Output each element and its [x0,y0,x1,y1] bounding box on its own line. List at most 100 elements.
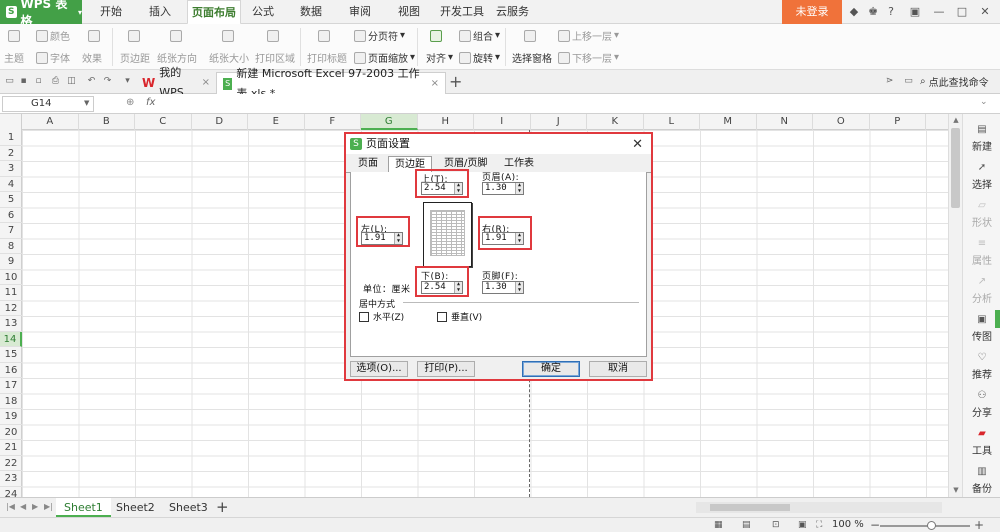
side-select[interactable]: ➚ 选择 [963,162,1000,191]
preview-icon[interactable]: ◫ [66,76,77,87]
tab-page[interactable]: 页面 [352,156,384,173]
color-button[interactable]: 颜色 [36,28,70,43]
column-header[interactable]: B [79,114,135,130]
row-header[interactable]: 8 [0,239,22,254]
save-as-icon[interactable]: ▫ [33,76,44,87]
page-break-button[interactable]: 分页符 ▾ [354,28,405,43]
undo-icon[interactable]: ↶ [86,76,97,87]
column-header[interactable]: A [22,114,79,130]
options-button[interactable]: 选项(O)... [350,361,408,377]
spinner-arrows-icon[interactable]: ▲ ▼ [515,182,523,194]
side-new[interactable]: ▤ 新建 [963,124,1000,153]
minimize-icon[interactable]: — [932,5,946,19]
menu-page-layout[interactable]: 页面布局 [187,0,241,25]
row-header[interactable]: 18 [0,394,22,409]
task-pane-toggle[interactable] [995,310,1000,328]
zoom-slider-knob[interactable] [927,521,936,530]
chevron-down-icon[interactable]: ▼ [84,99,89,107]
side-tools[interactable]: ▰ 工具 [963,428,1000,457]
scroll-thumb[interactable] [710,504,790,511]
row-header[interactable]: 22 [0,456,22,471]
expand-icon[interactable]: ⌄ [980,97,988,107]
row-header[interactable]: 6 [0,208,22,223]
menu-insert[interactable]: 插入 [145,0,175,24]
rotate-button[interactable]: 旋转 ▾ [459,50,500,65]
row-header[interactable]: 20 [0,425,22,440]
column-header[interactable]: L [644,114,700,130]
close-icon[interactable]: × [202,73,210,93]
column-header[interactable]: H [418,114,474,130]
page-break-view-icon[interactable]: ⊡ [772,520,780,530]
login-button[interactable]: 未登录 [782,0,842,24]
column-header[interactable]: F [305,114,361,130]
scroll-thumb[interactable] [951,128,960,208]
column-header[interactable]: E [248,114,305,130]
menu-developer[interactable]: 开发工具 [436,0,488,24]
print-icon[interactable]: ⎙ [50,76,61,87]
center-vertical-checkbox[interactable]: 垂直(V) [437,310,482,323]
send-backward-button[interactable]: 下移一层 ▾ [558,50,619,65]
menu-home[interactable]: 开始 [96,0,126,24]
side-share[interactable]: ⚇ 分享 [963,390,1000,419]
row-header[interactable]: 9 [0,254,22,270]
tab-menu-icon[interactable]: ⋗ [884,76,895,87]
font-button[interactable]: 字体 [36,50,70,65]
side-recommend[interactable]: ♡ 推荐 [963,352,1000,381]
checkbox-icon[interactable] [437,311,447,322]
sheet-tab-3[interactable]: Sheet3 [161,498,216,517]
help-icon[interactable]: ? [884,5,898,19]
open-icon[interactable]: ▭ [4,76,15,87]
prev-sheet-icon[interactable]: ◀ [20,502,26,511]
row-header[interactable]: 4 [0,177,22,192]
sheet-tab-1[interactable]: Sheet1 [56,498,111,517]
column-header[interactable]: C [135,114,192,130]
row-header[interactable]: 14 [0,331,22,347]
skin-icon[interactable]: ◆ [847,5,861,19]
row-header[interactable]: 21 [0,440,22,456]
tab-workbook[interactable]: S 新建 Microsoft Excel 97-2003 工作表.xls * × [216,67,446,100]
column-header[interactable]: D [192,114,248,130]
margins-button[interactable]: 页边距 [120,50,150,65]
row-header[interactable]: 1 [0,130,22,146]
effect-button[interactable]: 效果 [82,50,102,65]
first-sheet-icon[interactable]: |◀ [6,502,15,511]
group-button[interactable]: 组合 ▾ [459,28,500,43]
row-header[interactable]: 16 [0,363,22,378]
footer-margin-input[interactable]: 1.30 ▲ ▼ [482,281,524,294]
menu-review[interactable]: 审阅 [345,0,375,24]
reading-view-icon[interactable]: ▣ [798,520,807,530]
row-header[interactable]: 7 [0,223,22,239]
maximize-icon[interactable]: □ [955,5,969,19]
zoom-level[interactable]: 100 % [832,519,864,530]
row-header[interactable]: 17 [0,378,22,394]
fx-label[interactable]: fx [146,97,155,108]
redo-icon[interactable]: ↷ [102,76,113,87]
page-layout-view-icon[interactable]: ▤ [742,520,751,530]
ok-button[interactable]: 确定 [522,361,580,377]
column-header[interactable]: N [757,114,813,130]
sheet-tab-2[interactable]: Sheet2 [108,498,163,517]
column-header[interactable]: K [587,114,644,130]
row-header[interactable]: 2 [0,146,22,161]
column-header[interactable]: M [700,114,757,130]
row-header[interactable]: 13 [0,316,22,332]
selection-pane-button[interactable]: 选择窗格 [512,50,552,65]
add-sheet-button[interactable]: + [216,498,229,517]
close-icon[interactable]: ✕ [978,5,992,19]
column-header[interactable]: G [361,114,418,130]
column-header[interactable]: J [531,114,587,130]
checkbox-icon[interactable] [359,311,369,322]
close-icon[interactable]: × [431,74,439,94]
row-header[interactable]: 10 [0,270,22,285]
scroll-down-icon[interactable]: ▼ [949,486,963,494]
vertical-scrollbar[interactable]: ▲ ▼ [948,114,962,497]
side-backup[interactable]: ▥ 备份 [963,466,1000,495]
restore-icon[interactable]: ▣ [908,5,922,19]
row-header[interactable]: 3 [0,161,22,177]
row-header[interactable]: 23 [0,471,22,487]
row-header[interactable]: 12 [0,301,22,316]
spinner-arrows-icon[interactable]: ▲ ▼ [515,281,523,293]
save-icon[interactable]: ▪ [18,76,29,87]
horizontal-scrollbar[interactable] [696,502,942,513]
align-button[interactable]: 对齐 ▾ [426,50,453,65]
